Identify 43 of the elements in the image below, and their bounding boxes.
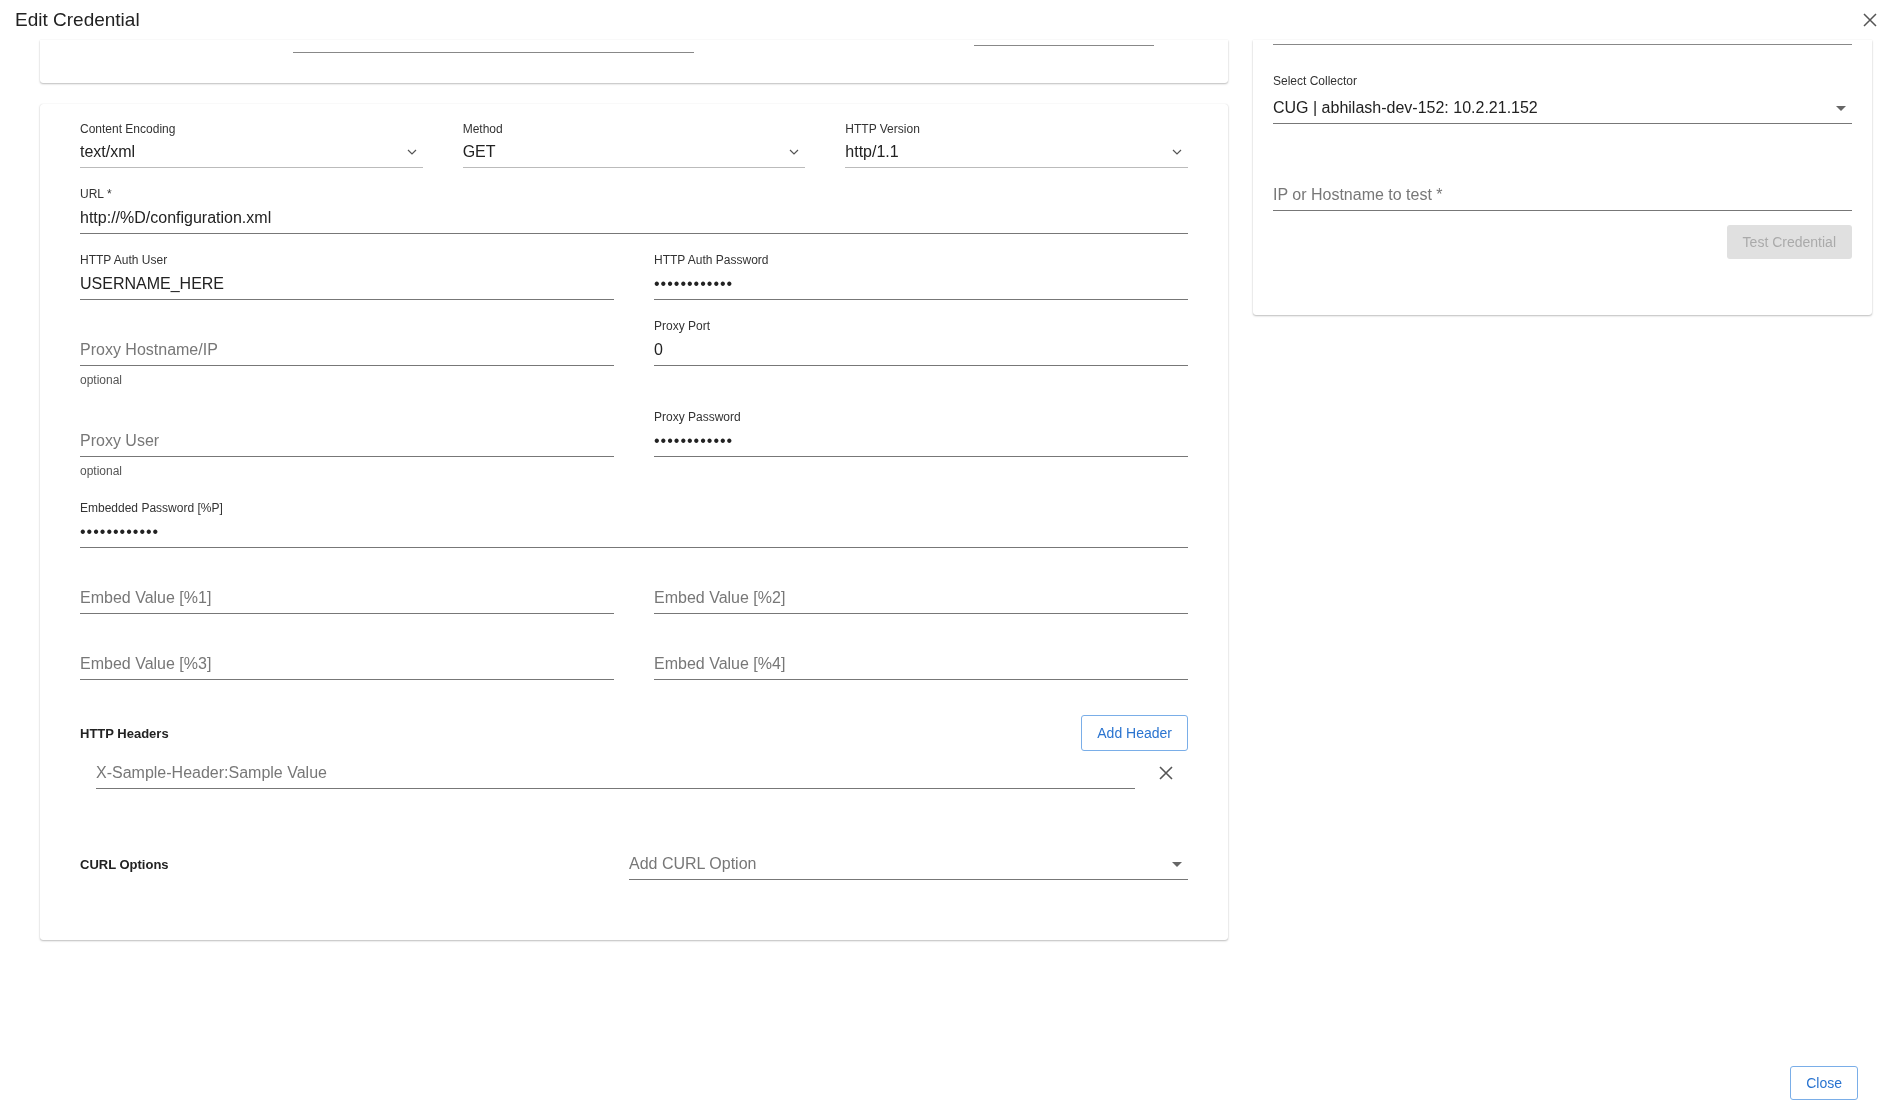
header-input-field[interactable]: X-Sample-Header:Sample Value — [96, 757, 1135, 789]
field-label: Content Encoding — [80, 122, 177, 137]
helper-text: optional — [80, 373, 124, 387]
input-field[interactable]: •••••••••••• — [80, 516, 1188, 548]
field-label: URL * — [80, 187, 113, 202]
input-field[interactable]: Embed Value [%1] — [80, 582, 614, 614]
field-label: Select Collector — [1273, 74, 1359, 89]
select-field[interactable]: http/1.1 — [845, 137, 1188, 168]
field-label: Proxy Port — [654, 319, 711, 334]
input-field[interactable]: http://%D/configuration.xml — [80, 202, 1188, 234]
caret-down-icon — [1172, 861, 1182, 867]
field-label: Method — [462, 122, 504, 137]
close-icon[interactable] — [1863, 13, 1877, 27]
input-field[interactable]: •••••••••••• — [654, 268, 1188, 300]
chevron-down-icon — [1172, 149, 1182, 155]
input-field[interactable]: IP or Hostname to test * — [1273, 179, 1852, 211]
field-label: Embedded Password [%P] — [80, 501, 224, 516]
input-field[interactable]: Proxy User — [80, 425, 614, 457]
input-field[interactable]: Embed Value [%3] — [80, 648, 614, 680]
section-title: CURL Options — [80, 857, 169, 872]
input-field[interactable]: Proxy Hostname/IP — [80, 334, 614, 366]
field-label: HTTP Version — [845, 122, 921, 137]
close-icon[interactable] — [1159, 766, 1173, 780]
field-label: HTTP Auth User — [80, 253, 169, 268]
input-field[interactable]: 0 — [654, 334, 1188, 366]
add-header-button[interactable]: Add Header — [1081, 715, 1188, 751]
field-label: HTTP Auth Password — [654, 253, 770, 268]
select-field[interactable]: GET — [462, 137, 806, 168]
helper-text: optional — [80, 464, 124, 478]
input-field[interactable]: USERNAME_HERE — [80, 268, 614, 300]
select-field[interactable]: Add CURL Option — [629, 849, 1188, 880]
input-field[interactable]: Embed Value [%2] — [654, 582, 1188, 614]
input-field[interactable]: Embed Value [%4] — [654, 648, 1188, 680]
select-field[interactable]: CUG | abhilash-dev-152: 10.2.21.152 — [1273, 93, 1852, 124]
input-field[interactable]: •••••••••••• — [654, 425, 1188, 457]
close-button[interactable]: Close — [1790, 1066, 1858, 1100]
dialog-title: Edit Credential — [15, 9, 140, 31]
field-label: Proxy Password — [654, 410, 742, 425]
section-title: HTTP Headers — [80, 725, 169, 741]
select-field[interactable]: text/xml — [80, 137, 423, 168]
caret-down-icon — [1836, 105, 1846, 111]
chevron-down-icon — [789, 149, 800, 155]
chevron-down-icon — [406, 149, 417, 155]
